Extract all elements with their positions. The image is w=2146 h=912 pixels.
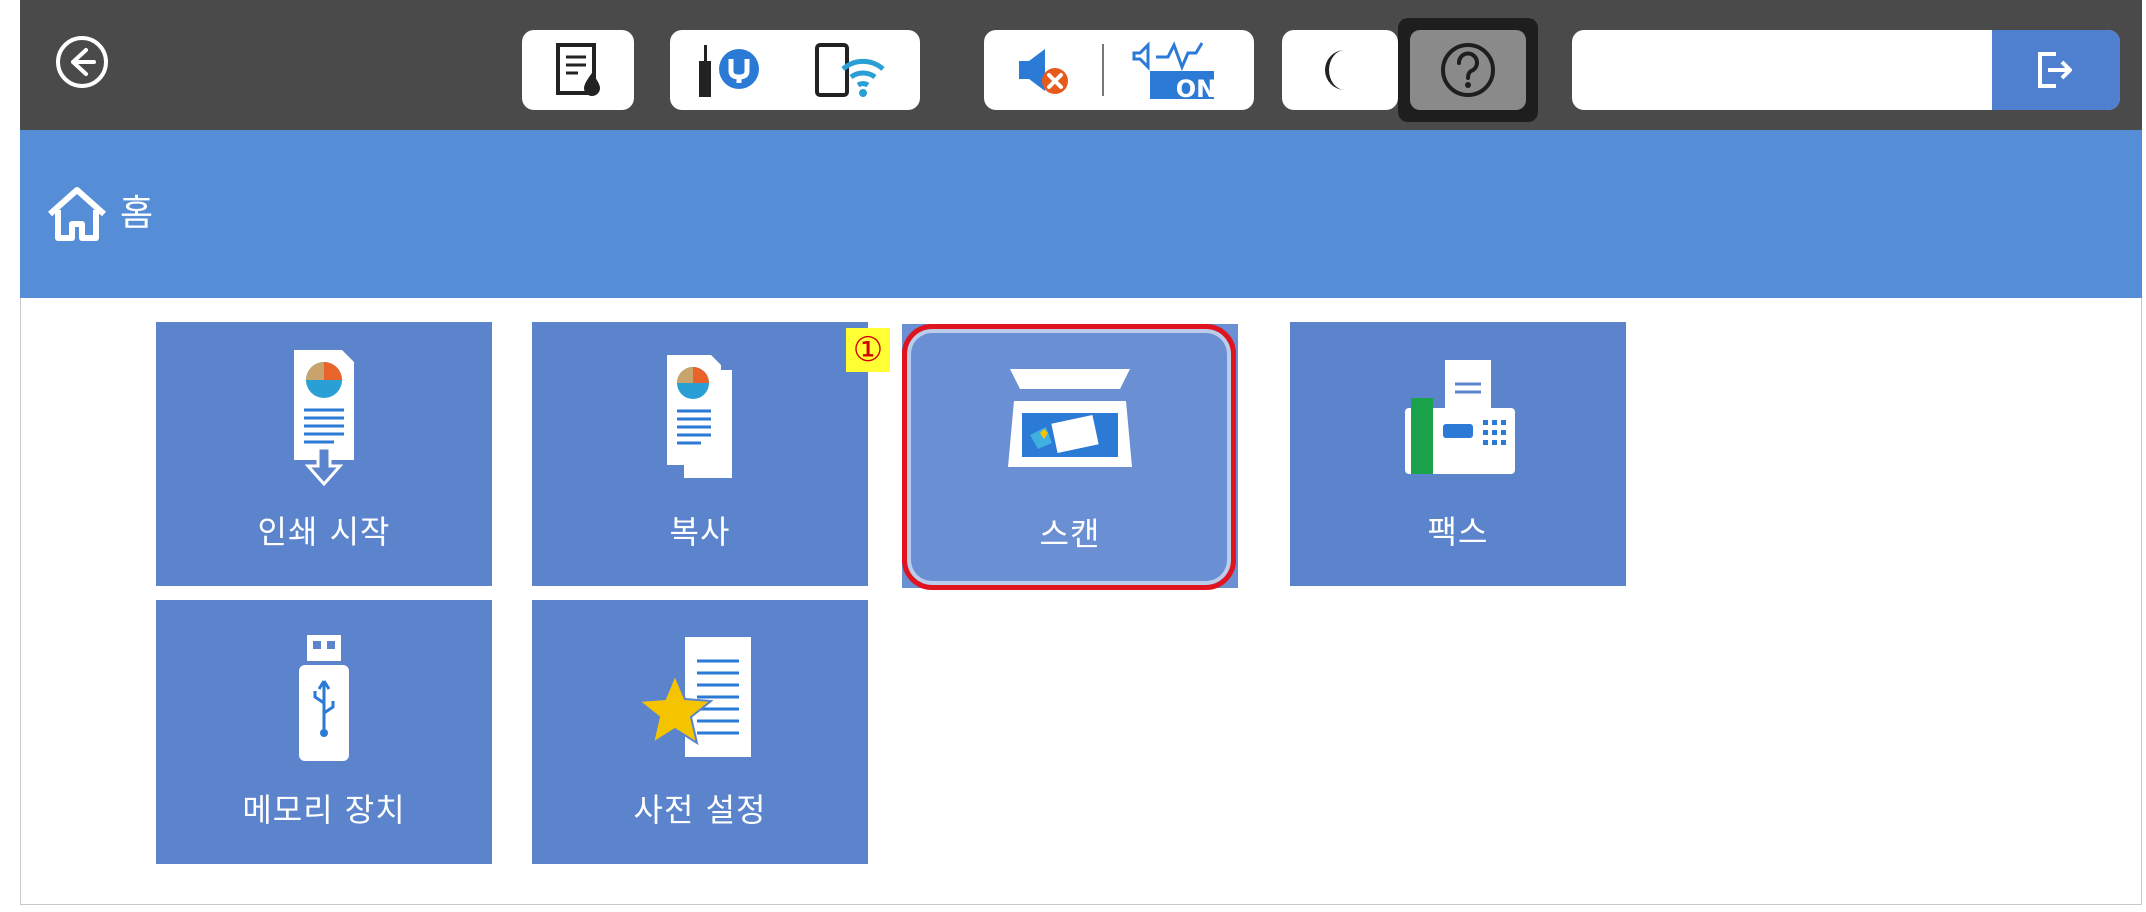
home-icon: [44, 184, 110, 244]
tile-presets[interactable]: 사전 설정: [532, 600, 868, 864]
quiet-mode-on-icon: ON: [1104, 37, 1244, 103]
page-title: 홈: [120, 193, 154, 234]
sound-settings-button[interactable]: ON: [984, 30, 1254, 110]
network-status-icon: [670, 39, 790, 101]
tile-label: 팩스: [1427, 513, 1489, 551]
status-bar: ON: [20, 0, 2142, 130]
sound-muted-icon: [984, 39, 1102, 101]
title-bar: 홈: [20, 130, 2142, 298]
tile-label: 인쇄 시작: [257, 513, 391, 551]
print-start-icon: [156, 334, 492, 504]
sleep-button[interactable]: [1282, 30, 1398, 110]
step-badge: ①: [846, 328, 890, 372]
help-button-focus: [1398, 18, 1538, 122]
presets-icon: [532, 612, 868, 782]
sleep-moon-icon: [1282, 42, 1398, 98]
back-arrow-icon: [56, 36, 108, 88]
tile-fax[interactable]: 팩스: [1290, 322, 1626, 586]
fax-icon: [1290, 334, 1626, 504]
scan-highlight-outline: [902, 324, 1236, 590]
tile-label: 복사: [669, 513, 731, 551]
login-icon: [2038, 52, 2072, 88]
copy-icon: [532, 334, 868, 504]
login-field[interactable]: [1572, 30, 2120, 110]
ink-level-icon: [522, 39, 634, 101]
tile-copy[interactable]: 복사: [532, 322, 868, 586]
help-button[interactable]: [1410, 30, 1526, 110]
login-button[interactable]: [1992, 30, 2120, 110]
wifi-icon: [790, 39, 910, 101]
network-status-button[interactable]: [670, 30, 920, 110]
back-button[interactable]: [44, 24, 120, 100]
ink-level-button[interactable]: [522, 30, 634, 110]
tile-print-start[interactable]: 인쇄 시작: [156, 322, 492, 586]
tile-label: 메모리 장치: [242, 791, 406, 829]
tile-memory-device[interactable]: 메모리 장치: [156, 600, 492, 864]
tile-label: 사전 설정: [633, 791, 767, 829]
quiet-mode-label: ON: [1175, 75, 1217, 103]
usb-memory-icon: [156, 612, 492, 782]
help-icon: [1441, 43, 1495, 97]
